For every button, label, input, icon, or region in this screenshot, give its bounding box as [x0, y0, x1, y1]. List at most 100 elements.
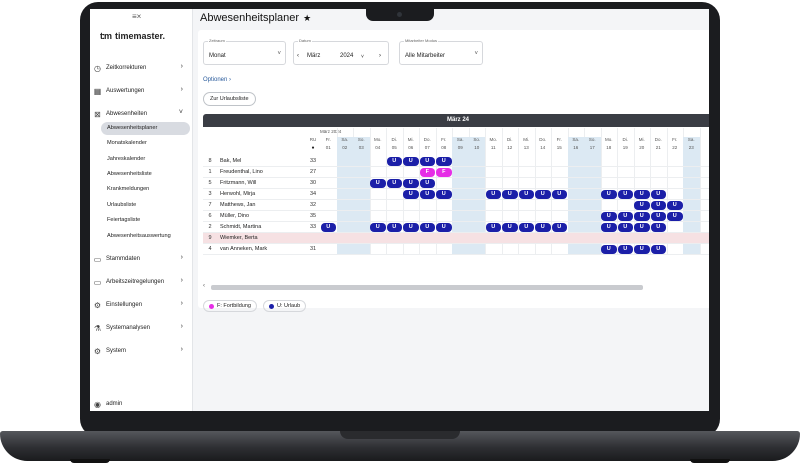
- fortbildung-marker[interactable]: F: [419, 168, 435, 177]
- urlaub-marker[interactable]: U: [535, 190, 551, 199]
- urlaub-marker[interactable]: U: [634, 223, 650, 232]
- urlaub-marker[interactable]: U: [650, 212, 666, 221]
- urlaub-marker[interactable]: U: [436, 157, 452, 166]
- urlaub-marker[interactable]: U: [634, 212, 650, 221]
- zeitraum-select[interactable]: Zeitraum Monat ˅: [203, 38, 286, 65]
- scrollbar-thumb[interactable]: [211, 285, 643, 290]
- table-row[interactable]: 2 Schmidt, Martina 33 U U U U U U U U U U U U U U U: [203, 222, 709, 233]
- info-icon[interactable]: ●: [306, 145, 320, 151]
- datum-month[interactable]: März: [307, 53, 320, 59]
- zur-urlaubsliste-button[interactable]: Zur Urlaubsliste: [203, 92, 256, 106]
- urlaub-marker[interactable]: U: [403, 179, 419, 188]
- sidebar-subitem-urlaubsliste[interactable]: Urlaubsliste: [101, 199, 190, 212]
- urlaub-marker[interactable]: U: [419, 157, 435, 166]
- urlaub-marker[interactable]: U: [502, 190, 518, 199]
- urlaub-marker[interactable]: U: [370, 223, 386, 232]
- user-menu[interactable]: ◉ admin: [93, 397, 189, 411]
- prev-month-icon[interactable]: ‹: [297, 53, 299, 59]
- table-row[interactable]: 5 Fritzmann, Will 30 U U U U: [203, 178, 709, 189]
- sidebar-item-stammdaten[interactable]: ▭ Stammdaten ›: [93, 252, 189, 266]
- urlaub-marker[interactable]: U: [518, 190, 534, 199]
- urlaub-marker[interactable]: U: [667, 212, 683, 221]
- sidebar-subitem-monatskalender[interactable]: Monatskalender: [101, 137, 190, 150]
- urlaub-marker[interactable]: U: [518, 223, 534, 232]
- sidebar-item-label: Abwesenheiten: [106, 111, 148, 117]
- urlaub-marker[interactable]: U: [320, 223, 336, 232]
- table-row[interactable]: 7 Matthews, Jan 32 U U U: [203, 200, 709, 211]
- urlaub-marker[interactable]: U: [370, 179, 386, 188]
- sidebar-item-einstellungen[interactable]: ⚙ Einstellungen ›: [93, 298, 189, 312]
- urlaub-marker[interactable]: U: [617, 212, 633, 221]
- clock-icon: ◷: [94, 63, 101, 73]
- optionen-link[interactable]: Optionen ›: [203, 77, 231, 83]
- urlaub-marker[interactable]: U: [551, 223, 567, 232]
- sidebar-subitem-feiertagsliste[interactable]: Feiertagsliste: [101, 214, 190, 227]
- urlaub-marker[interactable]: U: [436, 223, 452, 232]
- urlaub-marker[interactable]: U: [386, 157, 402, 166]
- urlaub-marker[interactable]: U: [667, 201, 683, 210]
- table-row[interactable]: 1 Freudenthal, Lino 27 F F: [203, 167, 709, 178]
- urlaub-marker[interactable]: U: [551, 190, 567, 199]
- sidebar-item-auswertungen[interactable]: ▦ Auswertungen ›: [93, 84, 189, 98]
- sidebar-subitem-krankmeldungen[interactable]: Krankmeldungen: [101, 183, 190, 196]
- fortbildung-marker[interactable]: F: [436, 168, 452, 177]
- favorite-star-icon[interactable]: ★: [303, 13, 311, 24]
- mitarbeiter-modus-select[interactable]: Mitarbeiter Modus Alle Mitarbeiter ˅: [399, 38, 483, 65]
- urlaub-marker[interactable]: U: [386, 179, 402, 188]
- urlaub-marker[interactable]: U: [436, 190, 452, 199]
- urlaub-marker[interactable]: U: [601, 223, 617, 232]
- urlaub-marker[interactable]: U: [403, 157, 419, 166]
- datum-picker[interactable]: Datum ‹ März 2024 ˅ ›: [293, 38, 389, 65]
- sidebar-subitem-abwesenheitsauswertung[interactable]: Abwesenheitsauswertung: [101, 230, 190, 243]
- employee-number: 9: [208, 235, 212, 241]
- urlaub-marker[interactable]: U: [403, 223, 419, 232]
- urlaub-marker[interactable]: U: [650, 223, 666, 232]
- urlaub-marker[interactable]: U: [650, 201, 666, 210]
- scroll-left-icon[interactable]: ‹: [203, 283, 205, 289]
- urlaub-marker[interactable]: U: [535, 223, 551, 232]
- urlaub-marker[interactable]: U: [601, 245, 617, 254]
- urlaub-marker[interactable]: U: [634, 201, 650, 210]
- urlaub-marker[interactable]: U: [650, 245, 666, 254]
- sidebar-item-systemanalysen[interactable]: ⚗ Systemanalysen ›: [93, 321, 189, 335]
- table-row[interactable]: 4 van Anneken, Mark 31 U U U U: [203, 244, 709, 255]
- chevron-down-icon: ˅: [277, 51, 281, 57]
- horizontal-scrollbar[interactable]: ‹: [203, 283, 709, 291]
- table-row[interactable]: 6 Müller, Dino 35 U U U U U: [203, 211, 709, 222]
- urlaub-marker[interactable]: U: [634, 190, 650, 199]
- urlaub-marker[interactable]: U: [485, 190, 501, 199]
- sidebar-subitem-abwesenheitsliste[interactable]: Abwesenheitsliste: [101, 168, 190, 181]
- datum-year[interactable]: 2024: [340, 53, 353, 59]
- urlaub-marker[interactable]: U: [485, 223, 501, 232]
- table-row[interactable]: 9 Wiemker, Berta: [203, 233, 709, 244]
- urlaub-marker[interactable]: U: [419, 179, 435, 188]
- day-number-header: 23: [688, 145, 694, 150]
- urlaub-marker[interactable]: U: [386, 223, 402, 232]
- urlaub-marker[interactable]: U: [419, 190, 435, 199]
- urlaub-marker[interactable]: U: [601, 190, 617, 199]
- logo-mark: t:m: [100, 31, 112, 41]
- day-number-header: 11: [490, 145, 496, 150]
- sidebar-subitem-jahreskalender[interactable]: Jahreskalender: [101, 153, 190, 166]
- collapse-sidebar-icon[interactable]: ≡×: [132, 12, 141, 21]
- sidebar-subitem-abwesenheitsplaner[interactable]: Abwesenheitsplaner: [101, 122, 190, 135]
- sidebar-item-zeitkorrekturen[interactable]: ◷ Zeitkorrekturen ›: [93, 61, 189, 75]
- sidebar-item-system[interactable]: ⚙ System ›: [93, 344, 189, 358]
- urlaub-marker[interactable]: U: [634, 245, 650, 254]
- day-of-week-header: So.: [473, 137, 481, 142]
- table-row[interactable]: 8 Bak, Mel 33 U U U U: [203, 156, 709, 167]
- urlaub-marker[interactable]: U: [601, 212, 617, 221]
- urlaub-marker[interactable]: U: [617, 223, 633, 232]
- sidebar-item-abwesenheiten[interactable]: ⊠ Abwesenheiten ˅: [93, 107, 189, 121]
- urlaub-marker[interactable]: U: [419, 223, 435, 232]
- urlaub-marker[interactable]: U: [403, 190, 419, 199]
- sidebar-item-arbeitszeitregelungen[interactable]: ▭ Arbeitszeitregelungen ›: [93, 275, 189, 289]
- urlaub-marker[interactable]: U: [617, 190, 633, 199]
- legend-fortbildung: F: Fortbildung: [203, 300, 257, 312]
- urlaub-marker[interactable]: U: [617, 245, 633, 254]
- table-row[interactable]: 3 Herwohl, Mirja 34 U U U U U U U U U U U U: [203, 189, 709, 200]
- next-month-icon[interactable]: ›: [379, 53, 381, 59]
- urlaub-marker[interactable]: U: [502, 223, 518, 232]
- urlaub-marker[interactable]: U: [650, 190, 666, 199]
- modus-value: Alle Mitarbeiter: [405, 53, 446, 59]
